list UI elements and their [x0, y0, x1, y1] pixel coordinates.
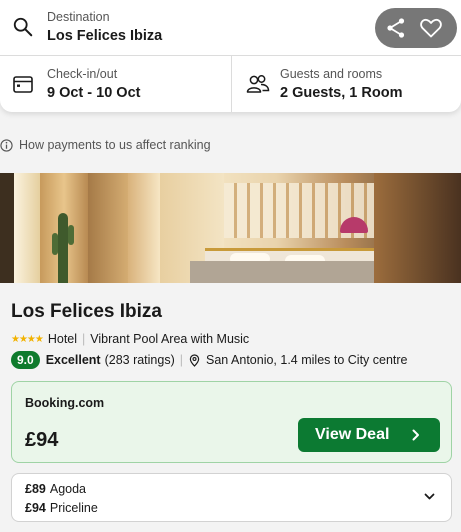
- calendar-icon: [13, 76, 33, 93]
- other-deal-row: £94 Priceline: [25, 501, 98, 515]
- other-deal-row: £89 Agoda: [25, 482, 86, 496]
- destination-value: Los Felices Ibiza: [47, 28, 163, 44]
- map-pin-icon: [189, 353, 200, 367]
- dates-value: 9 Oct - 10 Oct: [47, 85, 141, 101]
- heart-icon[interactable]: [419, 16, 443, 40]
- deal-provider: Booking.com: [25, 396, 105, 410]
- guests-value: 2 Guests, 1 Room: [280, 85, 403, 101]
- ratings-count: (283 ratings): [104, 353, 175, 367]
- guests-rooms-field[interactable]: Guests and rooms 2 Guests, 1 Room: [232, 56, 461, 112]
- other-deals-dropdown[interactable]: £89 Agoda £94 Priceline: [11, 473, 452, 522]
- hotel-location: San Antonio, 1.4 miles to City centre: [206, 353, 408, 367]
- hotel-highlight: Vibrant Pool Area with Music: [90, 332, 250, 346]
- other-deal-price: £94: [25, 501, 46, 515]
- star-rating: ★★★★: [11, 333, 44, 345]
- hotel-photo[interactable]: [0, 173, 461, 283]
- people-icon: [246, 75, 270, 93]
- chevron-right-icon: [412, 429, 419, 441]
- hotel-type: Hotel: [47, 332, 78, 346]
- top-deal-card[interactable]: Booking.com £94 View Deal: [11, 381, 452, 463]
- dates-label: Check-in/out: [47, 67, 118, 81]
- other-deal-provider: Priceline: [49, 501, 98, 515]
- rating-line: 9.0 Excellent (283 ratings) | San Antoni…: [11, 351, 408, 369]
- other-deal-price: £89: [25, 482, 46, 496]
- hotel-meta-line: ★★★★ Hotel | Vibrant Pool Area with Musi…: [11, 332, 249, 346]
- score-badge: 9.0: [11, 351, 40, 369]
- score-word: Excellent: [45, 353, 101, 367]
- view-deal-button[interactable]: View Deal: [298, 418, 440, 452]
- photo-actions: [375, 8, 457, 48]
- share-icon[interactable]: [384, 16, 408, 40]
- hotel-name[interactable]: Los Felices Ibiza: [11, 301, 162, 323]
- chevron-down-icon[interactable]: [424, 493, 435, 501]
- deal-price: £94: [25, 429, 59, 451]
- search-icon: [13, 17, 33, 37]
- payments-ranking-link[interactable]: How payments to us affect ranking: [0, 137, 211, 153]
- payments-note-text: How payments to us affect ranking: [19, 138, 211, 152]
- separator: |: [179, 353, 184, 367]
- other-deal-provider: Agoda: [49, 482, 87, 496]
- separator: |: [82, 332, 86, 346]
- view-deal-label: View Deal: [315, 426, 390, 443]
- guests-label: Guests and rooms: [280, 67, 383, 81]
- destination-label: Destination: [47, 10, 110, 24]
- info-icon: [0, 138, 13, 152]
- check-in-out-field[interactable]: Check-in/out 9 Oct - 10 Oct: [0, 56, 232, 112]
